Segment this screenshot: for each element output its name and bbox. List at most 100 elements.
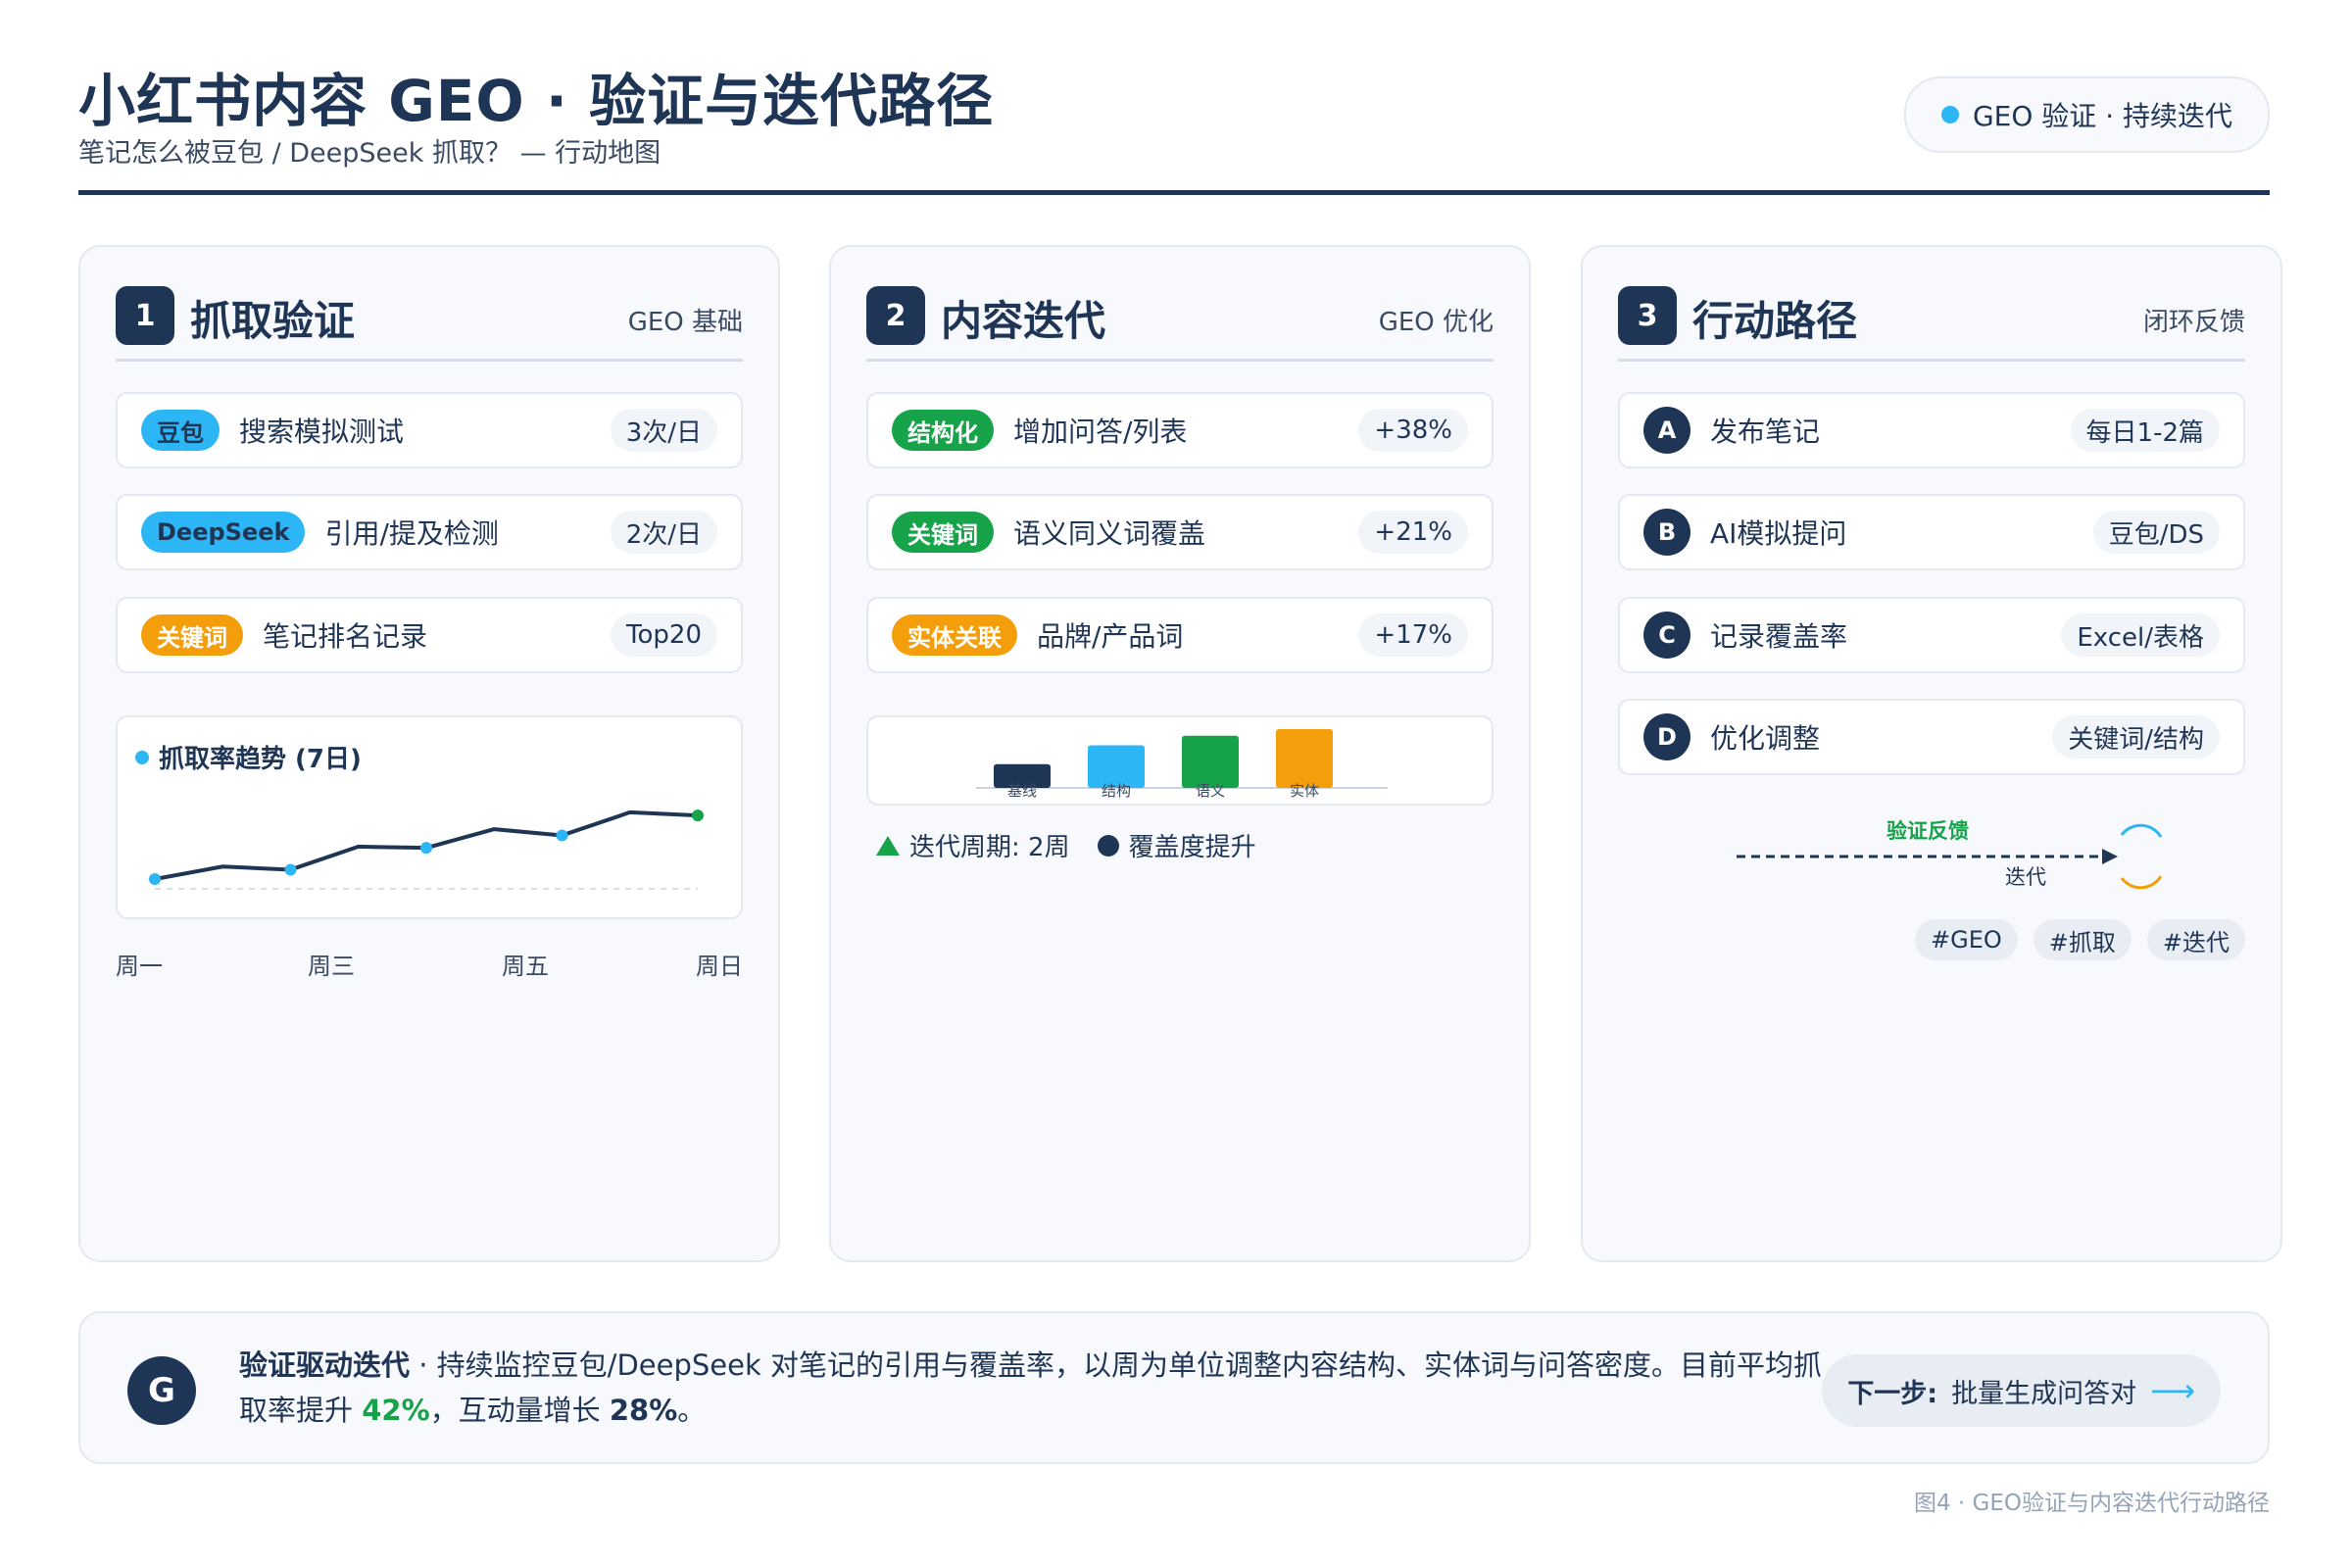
summary-text: 验证驱动迭代 · 持续监控豆包/DeepSeek 对笔记的引用与覆盖率，以周为单… <box>239 1343 1846 1433</box>
row-value: +21% <box>1358 511 1468 554</box>
card-header: 3 行动路径 闭环反馈 <box>1618 282 2245 362</box>
row-text: 发布笔记 <box>1710 416 1821 448</box>
trend-point <box>420 842 432 855</box>
card-action-path: 3 行动路径 闭环反馈 A 发布笔记 每日1-2篇 B AI模拟提问 豆包/DS… <box>1581 245 2282 1262</box>
legend-cover: 覆盖度提升 <box>1128 833 1256 862</box>
header-divider <box>78 190 2270 195</box>
bar-label: 实体 <box>1290 782 1319 800</box>
bar <box>1182 735 1239 788</box>
card-tag: GEO 优化 <box>1378 308 1494 337</box>
page-title: 小红书内容 GEO · 验证与迭代路径 <box>78 68 995 134</box>
step-letter: D <box>1643 713 1690 760</box>
bar-label: 语义 <box>1196 782 1225 800</box>
legend-cycle: 迭代周期: 2周 <box>909 833 1070 862</box>
bar-label: 结构 <box>1102 782 1131 800</box>
summary-body-2: ，互动量增长 <box>429 1394 610 1427</box>
card-number: 1 <box>116 286 174 345</box>
row-pill: 结构化 <box>892 410 994 451</box>
summary-rate: 42% <box>362 1394 430 1427</box>
row-text: 语义同义词覆盖 <box>1013 517 1206 550</box>
trend-point <box>149 873 161 885</box>
summary-icon: G <box>127 1356 196 1425</box>
x-tick-label: 周五 <box>502 953 549 980</box>
row-value: Top20 <box>611 613 717 657</box>
x-axis-labels: 周一 周三 周五 周日 <box>116 947 743 986</box>
list-item: 关键词 语义同义词覆盖 +21% <box>866 494 1494 570</box>
summary-sep: · <box>410 1348 437 1382</box>
circle-icon <box>1097 834 1119 857</box>
row-text: AI模拟提问 <box>1710 517 1847 550</box>
hashtag[interactable]: #迭代 <box>2146 919 2245 960</box>
list-item: A 发布笔记 每日1-2篇 <box>1618 392 2245 468</box>
card-tag: 闭环反馈 <box>2142 308 2245 337</box>
row-text: 增加问答/列表 <box>1013 416 1188 448</box>
trend-point <box>284 863 297 876</box>
card-number: 2 <box>866 286 925 345</box>
row-value: 豆包/DS <box>2092 511 2220 554</box>
bar <box>1276 729 1333 788</box>
loop-arrows-icon-lower <box>2120 875 2163 890</box>
bar-chart: 基线 结构 语义 实体 <box>866 715 1494 806</box>
row-value: +17% <box>1358 613 1468 657</box>
loop-label-iterate: 迭代 <box>2005 865 2046 889</box>
next-step-button[interactable]: 下一步: 批量生成问答对 ⟶ <box>1822 1354 2221 1427</box>
row-text: 引用/提及检测 <box>324 517 499 550</box>
page-subtitle: 笔记怎么被豆包 / DeepSeek 抓取？ — 行动地图 <box>78 138 662 169</box>
row-value: 3次/日 <box>610 409 717 452</box>
row-text: 搜索模拟测试 <box>239 416 405 448</box>
bar-label: 基线 <box>1007 782 1037 800</box>
step-letter: C <box>1643 612 1690 659</box>
loop-arrows-icon <box>2120 823 2163 838</box>
trend-point <box>692 809 704 822</box>
card-crawl-verify: 1 抓取验证 GEO 基础 豆包 搜索模拟测试 3次/日 DeepSeek 引用… <box>78 245 780 1262</box>
trend-point <box>556 829 568 842</box>
row-text: 笔记排名记录 <box>263 620 428 653</box>
status-dot-icon <box>1940 106 1959 123</box>
loop-label-feedback: 验证反馈 <box>1886 819 1969 843</box>
x-tick-label: 周三 <box>308 953 355 980</box>
card-tag: GEO 基础 <box>627 308 743 337</box>
list-item: 结构化 增加问答/列表 +38% <box>866 392 1494 468</box>
row-text: 优化调整 <box>1710 722 1821 755</box>
row-pill: DeepSeek <box>141 512 306 553</box>
card-title: 抓取验证 <box>190 297 356 345</box>
figure-caption: 图4 · GEO验证与内容迭代行动路径 <box>1913 1491 2270 1516</box>
card-title: 行动路径 <box>1692 297 1858 345</box>
summary-growth: 28% <box>609 1394 678 1427</box>
summary-panel: G 验证驱动迭代 · 持续监控豆包/DeepSeek 对笔记的引用与覆盖率，以周… <box>78 1311 2270 1464</box>
row-value: Excel/表格 <box>2061 613 2220 657</box>
row-value: 每日1-2篇 <box>2070 409 2220 452</box>
hashtag-list: #GEO #抓取 #迭代 <box>1915 919 2245 960</box>
x-tick-label: 周一 <box>116 953 163 980</box>
triangle-icon <box>876 835 900 856</box>
arrow-right-icon: ⟶ <box>2150 1372 2195 1409</box>
step-letter: B <box>1643 509 1690 556</box>
next-step-text: 批量生成问答对 <box>1951 1378 2137 1409</box>
row-value: +38% <box>1358 409 1468 452</box>
row-pill: 关键词 <box>892 512 994 553</box>
list-item: 关键词 笔记排名记录 Top20 <box>116 597 743 673</box>
chart-legend: 迭代周期: 2周 覆盖度提升 <box>876 827 1256 863</box>
card-content-iteration: 2 内容迭代 GEO 优化 结构化 增加问答/列表 +38% 关键词 语义同义词… <box>829 245 1531 1262</box>
card-number: 3 <box>1618 286 1677 345</box>
step-letter: A <box>1643 407 1690 454</box>
feedback-loop-diagram: 验证反馈 迭代 <box>1737 819 2163 890</box>
card-header: 1 抓取验证 GEO 基础 <box>116 282 743 362</box>
card-title: 内容迭代 <box>941 297 1106 345</box>
status-badge-label: GEO 验证 · 持续迭代 <box>1972 100 2232 132</box>
hashtag[interactable]: #抓取 <box>2033 919 2132 960</box>
bar-chart-svg: 基线 结构 语义 实体 <box>976 729 1388 800</box>
row-pill: 豆包 <box>141 410 220 451</box>
row-value: 2次/日 <box>610 511 717 554</box>
x-tick-label: 周日 <box>696 953 743 980</box>
list-item: DeepSeek 引用/提及检测 2次/日 <box>116 494 743 570</box>
row-pill: 实体关联 <box>892 614 1017 656</box>
hashtag[interactable]: #GEO <box>1915 919 2018 960</box>
row-text: 记录覆盖率 <box>1710 620 1848 653</box>
list-item: B AI模拟提问 豆包/DS <box>1618 494 2245 570</box>
summary-body-3: 。 <box>677 1394 707 1427</box>
card-header: 2 内容迭代 GEO 优化 <box>866 282 1494 362</box>
status-badge: GEO 验证 · 持续迭代 <box>1903 76 2270 153</box>
list-item: 实体关联 品牌/产品词 +17% <box>866 597 1494 673</box>
list-item: 豆包 搜索模拟测试 3次/日 <box>116 392 743 468</box>
